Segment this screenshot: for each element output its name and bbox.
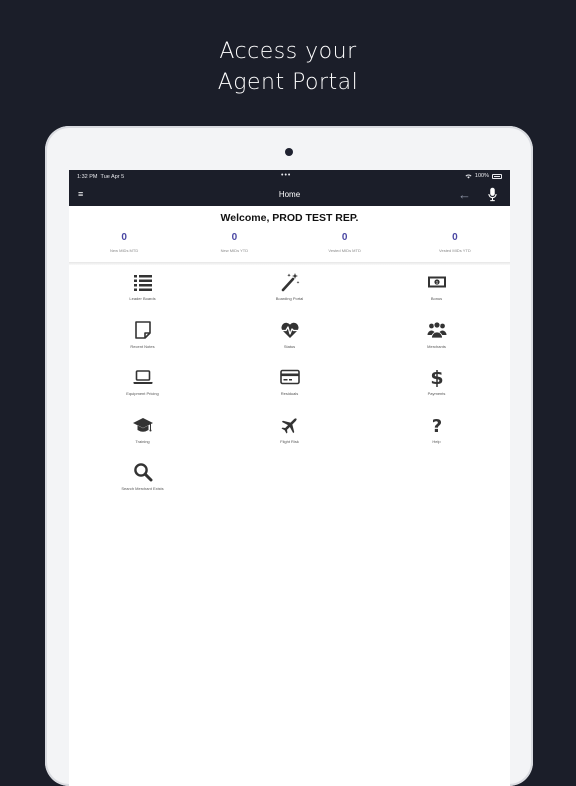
status-time: 1:32 PM Tue Apr 5 <box>77 174 125 180</box>
note-icon <box>134 320 151 339</box>
tile-leader-boards[interactable]: Leader Boards <box>69 272 216 320</box>
heartbeat-icon <box>280 322 299 338</box>
nav-bar: ≡ Home ← <box>69 184 510 206</box>
tile-label: Training <box>135 438 150 444</box>
status-bar: 1:32 PM Tue Apr 5 ••• 100% <box>69 170 510 184</box>
tile-status[interactable]: Status <box>216 320 363 368</box>
stat-label: Vested MIDs YTD <box>439 248 471 253</box>
stats-row: 0 New MIDs MTD 0 New MIDs YTD 0 Vested M… <box>69 232 510 260</box>
tile-residuals[interactable]: Residuals <box>216 367 363 415</box>
stat-new-mids-mtd: 0 New MIDs MTD <box>69 232 179 260</box>
tile-label: Search Merchant Exists <box>121 486 164 491</box>
tile-label: Equipment Pricing <box>126 391 159 396</box>
tile-label: Leader Boards <box>129 296 156 301</box>
tile-label: Status <box>283 343 296 349</box>
tile-merchants[interactable]: Merchants <box>363 320 510 368</box>
stat-value: 0 <box>452 232 458 243</box>
svg-text:$: $ <box>430 367 443 387</box>
tile-bonus[interactable]: 1 Bonus <box>363 272 510 320</box>
camera-icon <box>285 148 293 156</box>
wifi-icon <box>465 174 472 178</box>
back-arrow-icon[interactable]: ← <box>458 187 471 202</box>
battery-percent: 100% <box>474 173 489 179</box>
question-icon: ? <box>431 416 441 435</box>
microphone-icon[interactable] <box>488 187 497 202</box>
stat-vested-mids-ytd: 0 Vested MIDs YTD <box>400 232 510 260</box>
tile-training[interactable]: Training <box>69 415 216 463</box>
tile-label: Merchants <box>427 343 446 349</box>
tile-label: Boarding Portal <box>275 296 304 301</box>
svg-text:?: ? <box>431 416 441 435</box>
tile-label: Residuals <box>280 391 299 396</box>
stat-value: 0 <box>121 232 127 243</box>
status-right: 100% <box>465 173 502 179</box>
svg-text:1: 1 <box>436 280 438 284</box>
stat-new-mids-ytd: 0 New MIDs YTD <box>179 232 289 260</box>
tile-payments[interactable]: $ Payments <box>363 367 510 415</box>
plane-icon <box>281 417 297 433</box>
promo-headline: Access your Agent Portal <box>0 36 576 98</box>
menu-grid: Leader Boards Boarding Portal 1 Bonus Re… <box>69 272 510 510</box>
stat-vested-mids-mtd: 0 Vested MIDs MTD <box>290 232 400 260</box>
tile-label: Flight Risk <box>280 438 299 444</box>
headline-line-1: Access your <box>219 39 357 64</box>
app-screen: 1:32 PM Tue Apr 5 ••• 100% ≡ Home ← Welc… <box>69 170 510 786</box>
battery-icon <box>492 173 502 179</box>
stat-value: 0 <box>341 232 348 243</box>
stat-label: New MIDs MTD <box>110 248 139 253</box>
tile-label: Bonus <box>430 296 443 301</box>
welcome-heading: Welcome, PROD TEST REP. <box>220 212 359 224</box>
tile-search-merchant-exists[interactable]: Search Merchant Exists <box>69 462 216 510</box>
tile-flight-risk[interactable]: Flight Risk <box>216 415 363 463</box>
credit-card-icon <box>279 369 300 385</box>
money-bill-icon: 1 <box>427 276 446 288</box>
tablet-frame: 1:32 PM Tue Apr 5 ••• 100% ≡ Home ← Welc… <box>45 126 533 786</box>
stat-label: New MIDs YTD <box>220 248 249 253</box>
tile-label: Recent Notes <box>130 343 155 349</box>
magic-wand-icon <box>281 273 299 292</box>
graduation-cap-icon <box>132 417 153 432</box>
users-icon <box>427 321 446 338</box>
page-title: Home <box>278 190 301 199</box>
tile-equipment-pricing[interactable]: Equipment Pricing <box>69 367 216 415</box>
tile-label: Payments <box>427 391 446 396</box>
dollar-icon: $ <box>430 367 443 387</box>
tile-label: Help <box>432 438 441 444</box>
stat-value: 0 <box>231 232 238 243</box>
tile-boarding-portal[interactable]: Boarding Portal <box>216 272 363 320</box>
tile-recent-notes[interactable]: Recent Notes <box>69 320 216 368</box>
section-divider <box>69 262 510 265</box>
search-icon <box>133 463 152 482</box>
headline-line-2: Agent Portal <box>217 70 359 95</box>
tile-help[interactable]: ? Help <box>363 415 510 463</box>
list-icon <box>133 275 152 291</box>
stat-label: Vested MIDs MTD <box>328 248 361 253</box>
multitask-dots[interactable]: ••• <box>281 172 291 179</box>
laptop-icon <box>133 370 152 384</box>
